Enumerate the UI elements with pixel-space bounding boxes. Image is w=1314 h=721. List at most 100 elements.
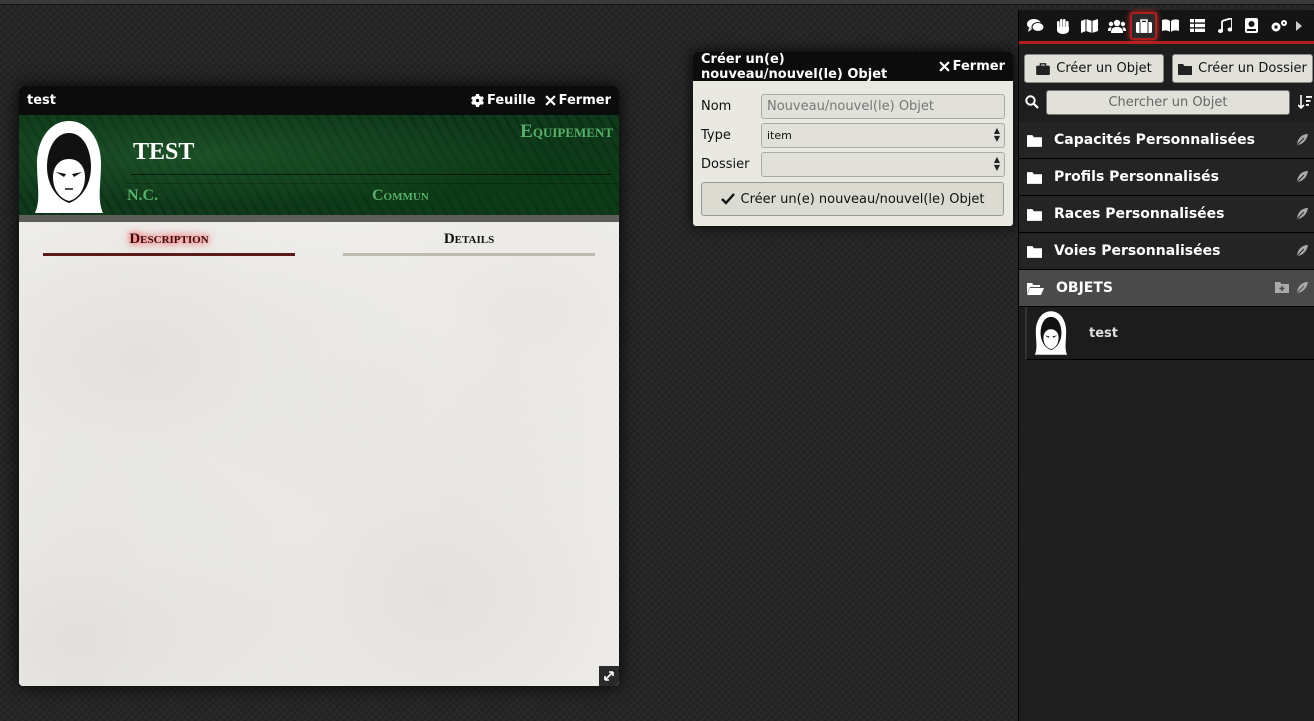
feather-icon[interactable] <box>1295 207 1309 221</box>
tab-journal[interactable] <box>1157 12 1184 40</box>
sidebar-action-buttons: Créer un Objet Créer un Dossier <box>1023 54 1313 84</box>
folder-label: Profils Personnalisés <box>1054 169 1219 185</box>
caret-right-icon <box>1296 20 1302 31</box>
item-field-rarity[interactable]: Commun <box>372 187 429 205</box>
directory-list: Capacités Personnalisées Profils Personn… <box>1019 122 1314 360</box>
item-sheet-body: Description Details <box>19 222 619 686</box>
create-item-submit-button[interactable]: Créer un(e) nouveau/nouvel(le) Objet <box>701 182 1004 216</box>
close-icon <box>544 95 556 106</box>
folder-label: OBJETS <box>1056 280 1113 296</box>
name-label: Nom <box>701 99 732 114</box>
tab-description[interactable]: Description <box>43 228 295 256</box>
compendium-icon <box>1245 18 1258 33</box>
tab-compendium[interactable] <box>1238 12 1265 40</box>
suitcase-icon <box>1036 62 1051 75</box>
folder-icon <box>1027 208 1042 221</box>
type-label: Type <box>701 128 731 143</box>
field-divider <box>125 183 619 184</box>
folder-select[interactable]: ▲ ▼ <box>761 152 1005 177</box>
gear-icon <box>471 94 484 107</box>
item-field-nc[interactable]: N.C. <box>127 187 158 205</box>
sheet-tabs: Description Details <box>43 222 595 257</box>
folder-plus-icon[interactable] <box>1275 281 1289 293</box>
hand-icon <box>1056 18 1069 34</box>
music-icon <box>1217 18 1232 33</box>
tab-playlists[interactable] <box>1211 12 1238 40</box>
type-row: Type item ▲ ▼ <box>701 123 1005 148</box>
folder-icon <box>1027 171 1042 184</box>
sidebar-tabs <box>1019 10 1314 44</box>
tab-items[interactable] <box>1130 11 1157 40</box>
tab-tables[interactable] <box>1184 12 1211 40</box>
list-item[interactable]: test <box>1025 307 1314 360</box>
create-item-label: Créer un Objet <box>1056 61 1152 76</box>
resize-icon <box>604 671 614 681</box>
create-folder-button[interactable]: Créer un Dossier <box>1172 54 1313 83</box>
type-select[interactable]: item ▲ ▼ <box>761 123 1005 148</box>
window-title: test <box>27 93 56 108</box>
folder-icon <box>1027 245 1042 258</box>
suitcase-icon <box>1135 18 1152 33</box>
dialog-close-button[interactable]: Fermer <box>938 59 1005 74</box>
folder-icon <box>1027 134 1042 147</box>
book-open-icon <box>1162 19 1179 32</box>
sidebar-search: Chercher un Objet <box>1019 90 1314 116</box>
item-sheet-header[interactable]: test Feuille Fermer <box>19 86 619 115</box>
folder-icon <box>1178 63 1193 75</box>
name-row: Nom Nouveau/nouvel(le) Objet <box>701 94 1005 119</box>
item-category-label: Equipement <box>520 121 613 142</box>
folder-capacites[interactable]: Capacités Personnalisées <box>1019 122 1314 159</box>
create-item-button[interactable]: Créer un Objet <box>1024 54 1164 83</box>
entry-label: test <box>1089 325 1118 341</box>
name-input[interactable]: Nouveau/nouvel(le) Objet <box>761 94 1005 119</box>
close-icon <box>938 61 950 72</box>
hooded-figure-icon <box>1034 311 1068 355</box>
sheet-close-button[interactable]: Fermer <box>544 93 611 108</box>
window-resize-handle[interactable] <box>599 666 619 686</box>
tab-collapse[interactable] <box>1292 12 1306 40</box>
create-folder-label: Créer un Dossier <box>1198 61 1307 76</box>
tab-scenes[interactable] <box>1076 12 1103 40</box>
tab-actors[interactable] <box>1103 12 1130 40</box>
top-bar <box>0 0 1314 5</box>
dialog-close-label: Fermer <box>952 59 1005 74</box>
item-header-banner: Equipement N.C. Commun <box>19 115 619 222</box>
sheet-config-button[interactable]: Feuille <box>471 93 536 108</box>
item-image[interactable] <box>31 119 107 215</box>
tab-chat[interactable] <box>1022 12 1049 40</box>
tab-combat[interactable] <box>1049 12 1076 40</box>
feather-icon[interactable] <box>1295 244 1309 258</box>
feather-icon[interactable] <box>1295 170 1309 184</box>
sort-icon[interactable] <box>1298 95 1312 109</box>
folder-row: Dossier ▲ ▼ <box>701 152 1005 177</box>
create-item-dialog: Créer un(e) nouveau/nouvel(le) Objet Fer… <box>693 52 1013 226</box>
hooded-figure-icon <box>35 121 103 213</box>
folder-label: Capacités Personnalisées <box>1054 132 1255 148</box>
table-icon <box>1190 19 1205 32</box>
search-input[interactable]: Chercher un Objet <box>1046 90 1290 115</box>
folder-objets[interactable]: OBJETS <box>1019 270 1314 307</box>
type-select-value: item <box>767 129 792 142</box>
feather-icon[interactable] <box>1295 133 1309 147</box>
dialog-header[interactable]: Créer un(e) nouveau/nouvel(le) Objet Fer… <box>693 52 1013 82</box>
folder-open-icon <box>1027 282 1044 295</box>
tab-details[interactable]: Details <box>343 228 595 256</box>
submit-label: Créer un(e) nouveau/nouvel(le) Objet <box>740 191 985 207</box>
select-arrows-icon: ▲ ▼ <box>993 126 1000 143</box>
sheet-close-label: Fermer <box>558 93 611 108</box>
folder-voies[interactable]: Voies Personnalisées <box>1019 233 1314 270</box>
tab-settings[interactable] <box>1265 12 1292 40</box>
users-icon <box>1107 19 1126 33</box>
settings-icon <box>1271 19 1287 31</box>
select-arrows-icon: ▲ ▼ <box>993 155 1000 172</box>
folder-races[interactable]: Races Personnalisées <box>1019 196 1314 233</box>
map-icon <box>1081 18 1098 33</box>
dialog-title: Créer un(e) nouveau/nouvel(le) Objet <box>701 52 888 82</box>
folder-label: Voies Personnalisées <box>1054 243 1221 259</box>
folder-label: Races Personnalisées <box>1054 206 1225 222</box>
sidebar: Créer un Objet Créer un Dossier Chercher… <box>1018 10 1314 721</box>
folder-profils[interactable]: Profils Personnalisés <box>1019 159 1314 196</box>
sheet-config-label: Feuille <box>487 93 536 108</box>
check-icon <box>720 193 735 205</box>
feather-icon[interactable] <box>1295 281 1309 295</box>
